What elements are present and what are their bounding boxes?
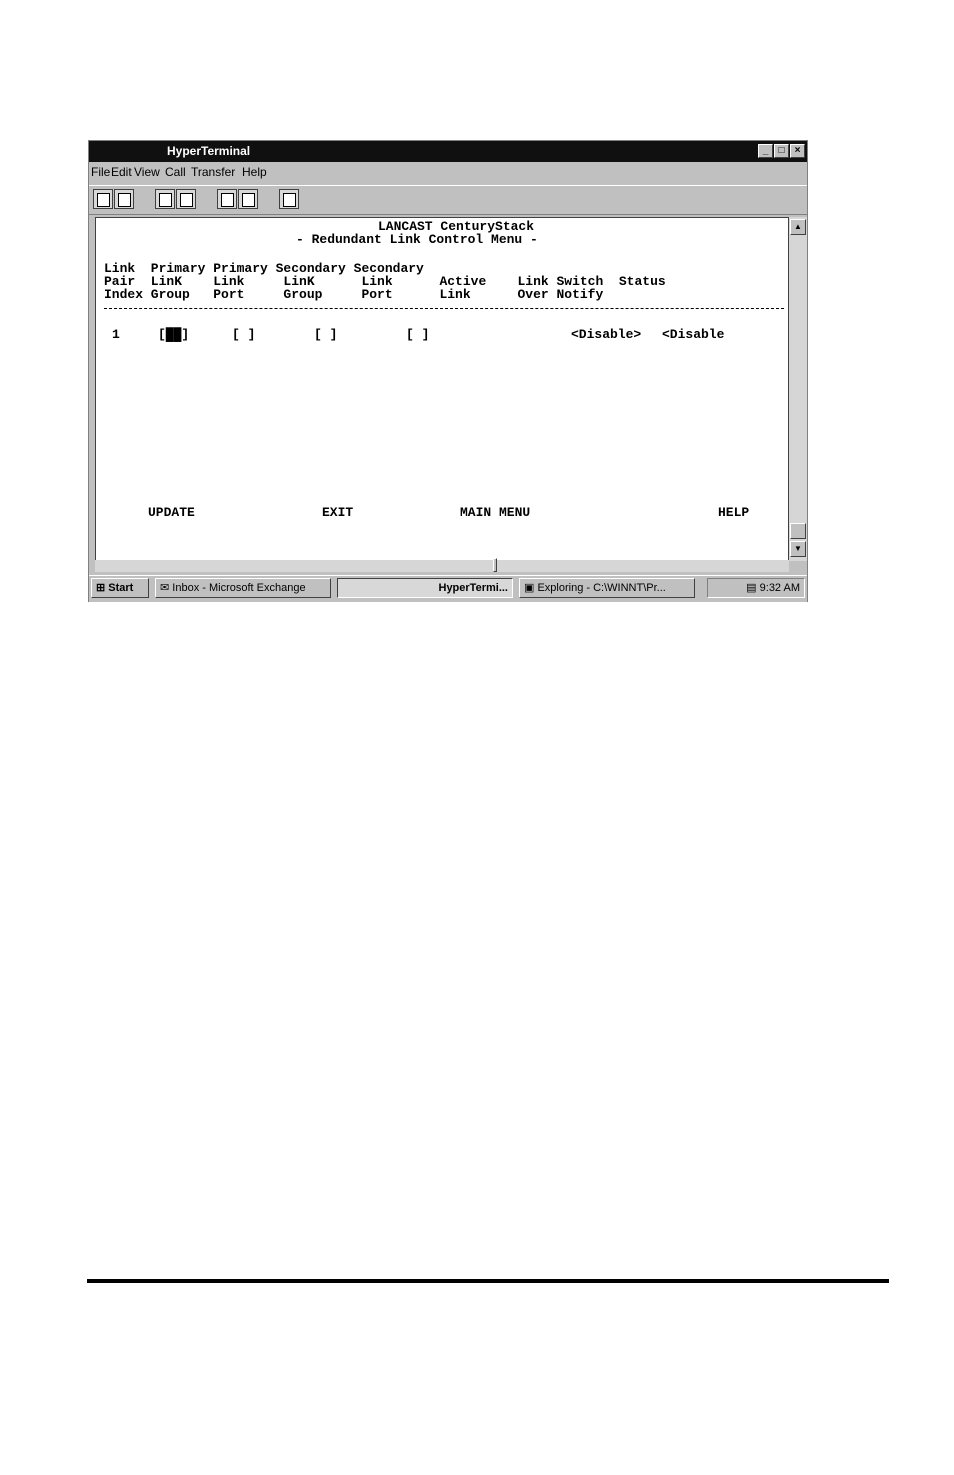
update-command[interactable]: UPDATE — [148, 506, 195, 519]
open-icon[interactable] — [114, 189, 134, 209]
secondary-link-port-field[interactable]: [ ] — [406, 328, 429, 341]
task-hyperterminal[interactable]: HyperTermi... — [337, 578, 513, 598]
window-controls: _ □ × — [758, 144, 805, 158]
receive-icon[interactable] — [238, 189, 258, 209]
connect-icon[interactable] — [155, 189, 175, 209]
properties-icon[interactable] — [279, 189, 299, 209]
clock: 9:32 AM — [759, 582, 800, 594]
send-icon[interactable] — [217, 189, 237, 209]
vertical-scrollbar[interactable]: ▲ ▼ — [789, 217, 807, 561]
exit-command[interactable]: EXIT — [322, 506, 353, 519]
title-bar[interactable]: HyperTerminal _ □ × — [89, 141, 807, 162]
window-title: HyperTerminal — [167, 144, 251, 158]
row-index: 1 — [112, 327, 120, 342]
close-button[interactable]: × — [790, 144, 805, 158]
column-header-line-3: Index Group Port Group Port Link Over No… — [104, 287, 604, 302]
primary-link-group-field[interactable]: [██] — [158, 328, 189, 341]
menu-file[interactable]: File — [91, 165, 110, 179]
exchange-icon: ✉ — [160, 582, 170, 594]
system-tray: ▤ 9:32 AM — [707, 578, 805, 598]
disconnect-icon[interactable] — [176, 189, 196, 209]
new-icon[interactable] — [93, 189, 113, 209]
scroll-up-icon[interactable]: ▲ — [790, 219, 806, 235]
toolbar — [89, 185, 807, 215]
hscroll-thumb[interactable] — [493, 558, 497, 572]
network-icon[interactable]: ▤ — [746, 582, 756, 594]
scroll-thumb[interactable] — [790, 523, 806, 539]
help-command[interactable]: HELP — [718, 506, 749, 519]
secondary-link-group-field[interactable]: [ ] — [314, 328, 337, 341]
link-over-field[interactable]: <Disable> — [571, 328, 641, 341]
folder-icon: ▣ — [524, 582, 535, 594]
horizontal-scrollbar[interactable] — [95, 558, 789, 572]
terminal-screen[interactable]: LANCAST CenturyStack - Redundant Link Co… — [95, 217, 789, 561]
menu-view[interactable]: View — [134, 165, 160, 179]
menu-edit[interactable]: Edit — [111, 165, 132, 179]
task-inbox[interactable]: ✉ Inbox - Microsoft Exchange — [155, 578, 331, 598]
minimize-button[interactable]: _ — [758, 144, 773, 158]
menu-call[interactable]: Call — [165, 165, 186, 179]
menu-transfer[interactable]: Transfer — [191, 165, 235, 179]
hyperterminal-window: HyperTerminal _ □ × File Edit View Call … — [88, 140, 808, 602]
menu-bar: File Edit View Call Transfer Help — [89, 162, 807, 182]
windows-icon: ⊞ — [96, 582, 106, 594]
page-divider — [87, 1279, 889, 1283]
taskbar: ⊞ Start ✉ Inbox - Microsoft Exchange Hyp… — [89, 575, 807, 602]
main-menu-command[interactable]: MAIN MENU — [460, 506, 530, 519]
menu-help[interactable]: Help — [242, 165, 267, 179]
maximize-button[interactable]: □ — [774, 144, 789, 158]
header-divider — [104, 308, 784, 309]
task-exploring[interactable]: ▣ Exploring - C:\WINNT\Pr... — [519, 578, 695, 598]
terminal-subtitle: - Redundant Link Control Menu - — [296, 232, 538, 247]
primary-link-port-field[interactable]: [ ] — [232, 328, 255, 341]
switch-notify-field[interactable]: <Disable — [662, 328, 724, 341]
scroll-down-icon[interactable]: ▼ — [790, 541, 806, 557]
start-button[interactable]: ⊞ Start — [91, 578, 149, 598]
